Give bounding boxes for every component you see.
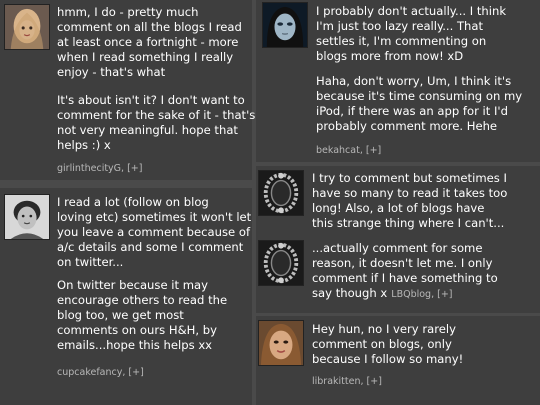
expand-link[interactable]: , [+]	[121, 163, 142, 174]
comment-author[interactable]: bekahcat, [+]	[316, 145, 381, 156]
comment-author[interactable]: cupcakefancy, [+]	[57, 367, 144, 378]
comment-message-1: Hey hun, no I very rarely comment on blo…	[312, 322, 464, 366]
author-name[interactable]: cupcakefancy	[57, 367, 122, 378]
comment-card-librakitten: Hey hun, no I very rarely comment on blo…	[256, 316, 540, 405]
avatar-LBQblog-1[interactable]	[258, 170, 304, 216]
expand-link[interactable]: , [+]	[431, 289, 452, 300]
comment-card-LBQblog: I try to comment but sometimes I have so…	[256, 166, 540, 313]
comment-message-1: hmm, I do - pretty much comment on all t…	[57, 5, 242, 79]
avatar-cupcakefancy[interactable]	[4, 194, 50, 240]
avatar-LBQblog-2[interactable]	[258, 240, 304, 286]
avatar-bekahcat[interactable]	[262, 2, 308, 48]
comment-message-2: On twitter because it may encourage othe…	[57, 278, 228, 352]
comment-message-1: I try to comment but sometimes I have so…	[312, 171, 508, 230]
avatar-librakitten[interactable]	[258, 320, 304, 366]
comment-card-bekahcat: I probably don't actually... I think I'm…	[256, 0, 540, 162]
comment-author[interactable]: LBQblog, [+]	[391, 289, 452, 300]
comment-message-2: Haha, don't worry, Um, I think it's beca…	[316, 74, 523, 133]
comment-author[interactable]: girlinthecityG, [+]	[57, 163, 142, 174]
comment-message-1: I read a lot (follow on blog loving etc)…	[57, 195, 252, 269]
avatar-girlinthecityG[interactable]	[4, 4, 50, 50]
expand-link[interactable]: , [+]	[122, 367, 143, 378]
comment-card-cupcakefancy: I read a lot (follow on blog loving etc)…	[0, 188, 252, 405]
expand-link[interactable]: , [+]	[361, 376, 382, 387]
comment-card-girlinthecityG: hmm, I do - pretty much comment on all t…	[0, 0, 256, 180]
expand-link[interactable]: , [+]	[360, 145, 381, 156]
comment-message-1: I probably don't actually... I think I'm…	[316, 4, 507, 63]
author-name[interactable]: librakitten	[312, 376, 361, 387]
comment-message-2: ...actually comment for some reason, it …	[312, 241, 498, 300]
comment-message-2: It's about isn't it? I don't want to com…	[57, 93, 256, 152]
comment-author[interactable]: librakitten, [+]	[312, 376, 382, 387]
author-name[interactable]: bekahcat	[316, 145, 360, 156]
author-name[interactable]: LBQblog	[391, 289, 431, 300]
author-name[interactable]: girlinthecityG	[57, 163, 121, 174]
